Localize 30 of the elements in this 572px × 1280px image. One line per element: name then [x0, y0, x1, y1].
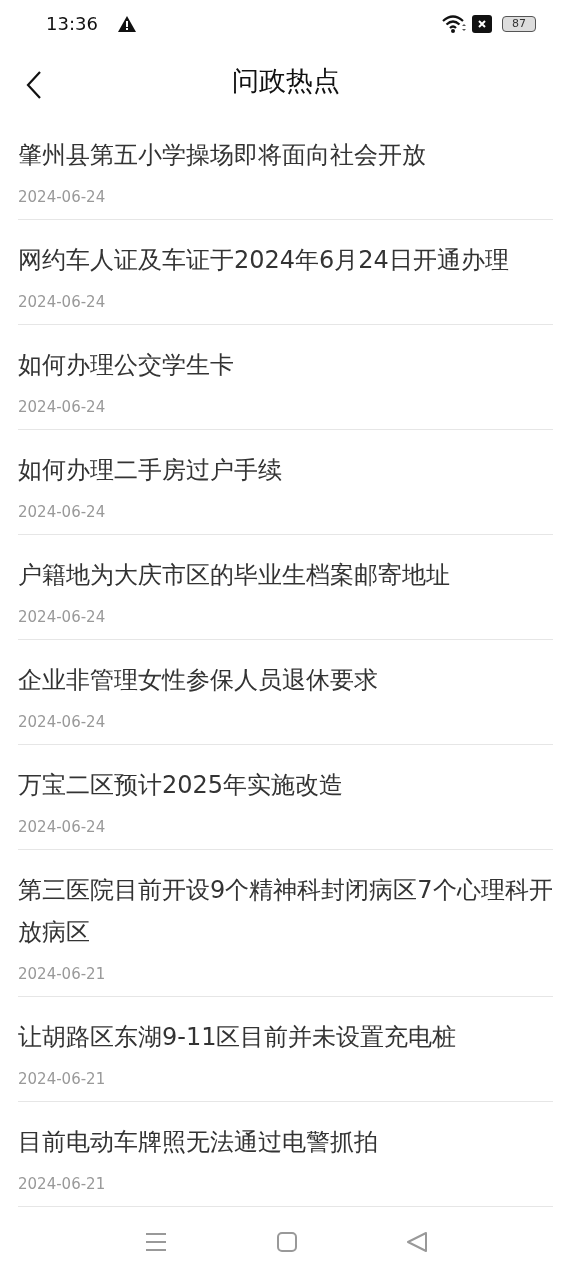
sim-off-icon	[472, 14, 492, 33]
article-date: 2024-06-21	[18, 1174, 107, 1194]
article-title[interactable]: 目前电动车牌照无法通过电警抓拍	[18, 1121, 553, 1163]
article-title[interactable]: 如何办理公交学生卡	[18, 344, 553, 386]
article-date: 2024-06-21	[18, 1069, 107, 1089]
article-date: 2024-06-21	[18, 964, 107, 984]
battery-icon: 87	[502, 15, 536, 32]
article-title[interactable]: 如何办理二手房过户手续	[18, 449, 553, 491]
wifi-icon	[442, 13, 466, 34]
article-date: 2024-06-24	[18, 817, 107, 837]
article-title[interactable]: 网约车人证及车证于2024年6月24日开通办理	[18, 239, 553, 281]
article-date: 2024-06-24	[18, 397, 107, 417]
article-date: 2024-06-24	[18, 187, 107, 207]
article-title[interactable]: 第三医院目前开设9个精神科封闭病区7个心理科开放病区	[18, 869, 553, 953]
page-title: 问政热点	[232, 64, 340, 99]
article-date: 2024-06-24	[18, 607, 107, 627]
back-icon	[26, 70, 42, 99]
article-title[interactable]: 让胡路区东湖9-11区目前并未设置充电桩	[18, 1016, 553, 1058]
article-date: 2024-06-24	[18, 502, 107, 522]
article-date: 2024-06-24	[18, 292, 107, 312]
article-date: 2024-06-24	[18, 712, 107, 732]
article-title[interactable]: 万宝二区预计2025年实施改造	[18, 764, 553, 806]
article-title[interactable]: 肇州县第五小学操场即将面向社会开放	[18, 134, 553, 176]
warning-icon	[117, 15, 136, 32]
menu-icon[interactable]	[145, 1231, 167, 1252]
article-title[interactable]: 企业非管理女性参保人员退休要求	[18, 659, 553, 701]
article-title[interactable]: 户籍地为大庆市区的毕业生档案邮寄地址	[18, 554, 553, 596]
status-time: 13:36	[46, 12, 98, 37]
home-icon[interactable]	[277, 1231, 297, 1252]
back-nav-icon[interactable]	[407, 1231, 427, 1252]
